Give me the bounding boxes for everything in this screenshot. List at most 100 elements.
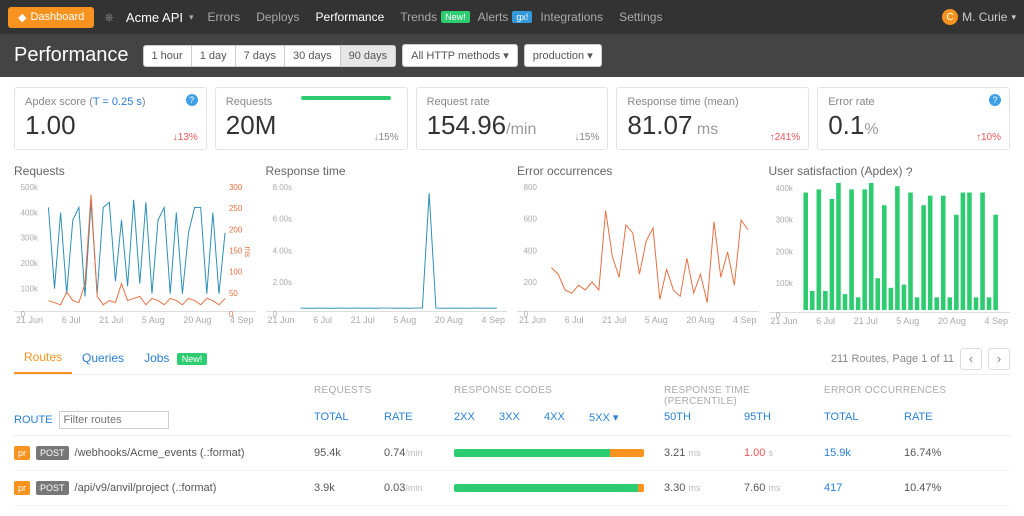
- svg-text:400: 400: [524, 246, 538, 255]
- kpi-value: 0.1%: [828, 110, 999, 141]
- kpi-delta: ↑241%: [770, 132, 801, 143]
- user-menu[interactable]: C M. Curie ▾: [942, 9, 1016, 25]
- chevron-down-icon: ▾: [503, 50, 509, 62]
- new-badge: New!: [441, 11, 470, 23]
- range-90days[interactable]: 90 days: [341, 45, 397, 67]
- table-group-header: REQUESTS RESPONSE CODES RESPONSE TIME (P…: [14, 375, 1010, 411]
- svg-text:0: 0: [229, 310, 234, 319]
- svg-text:250: 250: [229, 204, 243, 213]
- svg-text:600: 600: [524, 215, 538, 224]
- svg-text:200: 200: [229, 225, 243, 234]
- app-caret-icon[interactable]: ▾: [189, 12, 194, 23]
- cell-err-rate: 10.47%: [904, 482, 984, 494]
- svg-text:300: 300: [229, 183, 243, 192]
- dashboard-icon: ◆: [18, 11, 26, 24]
- chart-title: Error occurrences: [517, 164, 759, 178]
- kpi-request-rate[interactable]: Request rate 154.96/min ↓15%: [416, 87, 609, 150]
- chart-plot[interactable]: 500k400k300k200k100k0300250200150100500m…: [14, 182, 256, 312]
- environment-dropdown[interactable]: production ▾: [524, 44, 602, 67]
- x-axis: 21 Jun6 Jul21 Jul5 Aug20 Aug4 Sep: [266, 315, 508, 325]
- http-method-dropdown[interactable]: All HTTP methods ▾: [402, 44, 518, 67]
- dashboard-button[interactable]: ◆ Dashboard: [8, 7, 94, 28]
- page-header: Performance 1 hour 1 day 7 days 30 days …: [0, 34, 1024, 77]
- svg-text:4.00s: 4.00s: [272, 246, 291, 255]
- kpi-requests[interactable]: Requests 20M ↓15%: [215, 87, 408, 150]
- info-icon[interactable]: ?: [989, 94, 1001, 106]
- app-name[interactable]: Acme API: [126, 10, 183, 25]
- chart-plot[interactable]: 8006004002000: [517, 182, 759, 312]
- svg-text:300k: 300k: [775, 216, 792, 225]
- x-axis: 21 Jun6 Jul21 Jul5 Aug20 Aug4 Sep: [14, 315, 256, 325]
- route-path: /webhooks/Acme_events (.:format): [75, 447, 245, 459]
- group-rt: RESPONSE TIME (PERCENTILE): [664, 385, 824, 407]
- kpi-apdex[interactable]: Apdex score (T = 0.25 s) 1.00 ? ↓13%: [14, 87, 207, 150]
- cell-p95: 7.60 ms: [744, 482, 824, 494]
- range-7days[interactable]: 7 days: [236, 45, 285, 67]
- svg-text:ms: ms: [243, 247, 252, 258]
- env-badge: pr: [14, 481, 30, 495]
- cell-p50: 3.30 ms: [664, 482, 744, 494]
- col-err-total[interactable]: TOTAL: [824, 411, 904, 429]
- info-icon[interactable]: ?: [186, 94, 198, 106]
- cell-rate: 0.74/min: [384, 447, 454, 459]
- nav-alerts[interactable]: Alerts: [478, 10, 509, 24]
- col-err-rate[interactable]: RATE: [904, 411, 984, 429]
- col-50th[interactable]: 50TH: [664, 411, 744, 429]
- nav-errors[interactable]: Errors: [208, 10, 241, 24]
- col-5xx[interactable]: 5XX ▾: [589, 411, 664, 429]
- nav-deploys[interactable]: Deploys: [256, 10, 299, 24]
- col-total[interactable]: TOTAL: [314, 411, 384, 429]
- group-codes: RESPONSE CODES: [454, 385, 664, 407]
- range-1day[interactable]: 1 day: [192, 45, 236, 67]
- chevron-down-icon: ▾: [613, 412, 619, 424]
- range-1hour[interactable]: 1 hour: [143, 45, 192, 67]
- col-route[interactable]: ROUTE: [14, 414, 53, 426]
- app-icon: ⎈: [104, 10, 114, 25]
- cell-err-total[interactable]: 417: [824, 482, 904, 494]
- col-95th[interactable]: 95TH: [744, 411, 824, 429]
- table-row[interactable]: pr POST /webhooks/Acme_events (.:format)…: [14, 436, 1010, 471]
- env-badge: pr: [14, 446, 30, 460]
- cell-err-total[interactable]: 15.9k: [824, 447, 904, 459]
- chart-plot[interactable]: 8.00s6.00s4.00s2.00s0: [266, 182, 508, 312]
- col-rate[interactable]: RATE: [384, 411, 454, 429]
- info-icon[interactable]: ?: [906, 165, 913, 179]
- nav-performance[interactable]: Performance: [316, 10, 385, 24]
- pager-next-button[interactable]: ›: [988, 348, 1010, 370]
- nav-trends[interactable]: Trends: [400, 10, 437, 24]
- chart-response-time: Response time 8.00s6.00s4.00s2.00s0 21 J…: [266, 164, 508, 326]
- svg-text:100k: 100k: [21, 285, 38, 294]
- time-range-group: 1 hour 1 day 7 days 30 days 90 days: [143, 45, 397, 67]
- table-body: pr POST /webhooks/Acme_events (.:format)…: [14, 436, 1010, 506]
- table-row[interactable]: pr POST /api/v9/anvil/project (.:format)…: [14, 471, 1010, 506]
- svg-text:400k: 400k: [21, 208, 38, 217]
- nav-settings[interactable]: Settings: [619, 10, 662, 24]
- charts-row: Requests 500k400k300k200k100k03002502001…: [0, 150, 1024, 326]
- svg-text:800: 800: [524, 183, 538, 192]
- col-4xx[interactable]: 4XX: [544, 411, 589, 429]
- cell-err-rate: 16.74%: [904, 447, 984, 459]
- svg-text:500k: 500k: [21, 183, 38, 192]
- tab-queries[interactable]: Queries: [72, 345, 134, 373]
- tab-routes[interactable]: Routes: [14, 344, 72, 374]
- svg-text:50: 50: [229, 289, 238, 298]
- range-30days[interactable]: 30 days: [285, 45, 341, 67]
- apdex-threshold-link[interactable]: T = 0.25 s: [93, 96, 142, 108]
- svg-text:6.00s: 6.00s: [272, 215, 291, 224]
- svg-text:150: 150: [229, 246, 243, 255]
- pager-prev-button[interactable]: ‹: [960, 348, 982, 370]
- svg-text:0: 0: [775, 311, 780, 320]
- filter-routes-input[interactable]: [59, 411, 169, 429]
- cell-total: 95.4k: [314, 447, 384, 459]
- top-nav: ◆ Dashboard ⎈ Acme API ▾ Errors Deploys …: [0, 0, 1024, 34]
- tab-jobs[interactable]: Jobs New!: [134, 345, 217, 373]
- kpi-response-time[interactable]: Response time (mean) 81.07 ms ↑241%: [616, 87, 809, 150]
- col-3xx[interactable]: 3XX: [499, 411, 544, 429]
- chart-plot[interactable]: 400k300k200k100k0: [769, 183, 1011, 313]
- col-2xx[interactable]: 2XX: [454, 411, 499, 429]
- svg-text:2.00s: 2.00s: [272, 278, 291, 287]
- kpi-error-rate[interactable]: Error rate 0.1% ? ↑10%: [817, 87, 1010, 150]
- nav-integrations[interactable]: Integrations: [540, 10, 603, 24]
- svg-text:0: 0: [21, 310, 26, 319]
- avatar: C: [942, 9, 958, 25]
